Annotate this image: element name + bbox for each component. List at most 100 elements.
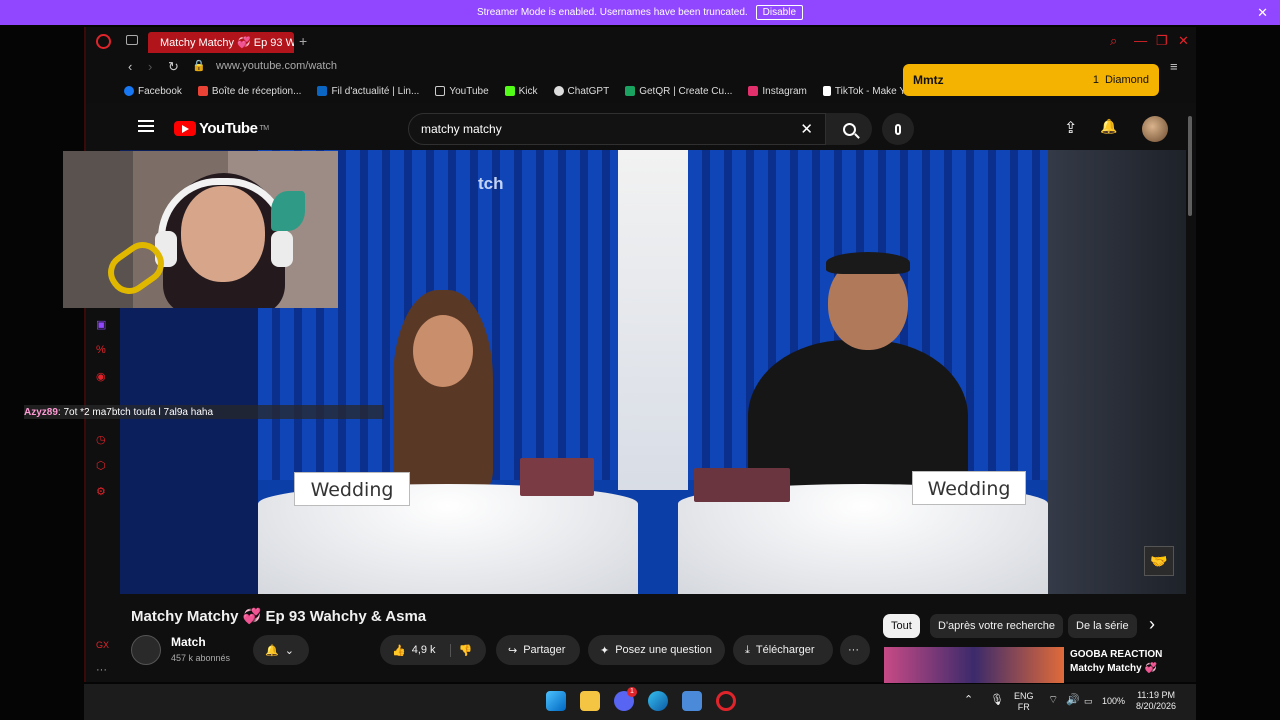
language-indicator[interactable]: ENG FR [1014, 691, 1034, 713]
settings-icon[interactable]: ⚙ [96, 485, 106, 498]
microphone-icon [895, 123, 901, 135]
close-icon[interactable]: ✕ [1257, 5, 1268, 21]
mail-icon[interactable] [682, 691, 702, 711]
bell-icon: 🔔 [265, 644, 279, 657]
windows-taskbar: 1 ⌃ 🎙 ENG FR ⌔ 🔊 ▭ 100% 11:19 PM 8/20/20… [84, 684, 1196, 720]
alert-item: Diamond [1104, 74, 1149, 86]
notifications-bell-icon[interactable]: 🔔 [1100, 118, 1117, 135]
scrollbar-thumb[interactable] [1188, 116, 1192, 216]
ask-question-button[interactable]: ✦ Posez une question [588, 635, 725, 665]
sparkle-icon: ✦ [600, 644, 610, 657]
lock-icon: 🔒 [192, 60, 206, 72]
clear-search-icon[interactable]: ✕ [800, 120, 813, 138]
chat-message: Azyz89 : 7ot *2 ma7btch toufa l 7al9a ha… [24, 405, 384, 419]
handshake-icon[interactable]: 🤝 [1144, 546, 1174, 576]
more-icon: ··· [848, 644, 859, 656]
video-frame: Wedding Wedding tch [258, 150, 1048, 594]
more-actions-button[interactable]: ··· [840, 635, 870, 665]
search-value: matchy matchy [421, 122, 502, 136]
headset-icon [158, 178, 288, 258]
sidebar-more-icon[interactable]: ··· [96, 664, 107, 676]
history-icon[interactable]: ◷ [96, 433, 106, 446]
bookmark-youtube[interactable]: YouTube [435, 86, 489, 97]
chips-next-icon[interactable]: › [1149, 614, 1155, 635]
search-icon[interactable]: ⌕ [1110, 33, 1117, 49]
gift-box-right [694, 468, 790, 502]
chip-all[interactable]: Tout [883, 614, 920, 638]
headset-right-cup [271, 231, 293, 267]
match-watermark: tch [478, 174, 504, 193]
volume-icon[interactable]: 🔊 [1066, 695, 1080, 706]
bookmark-facebook[interactable]: Facebook [124, 86, 182, 97]
recommended-video-thumbnail[interactable] [884, 647, 1064, 683]
menu-icon[interactable]: ≡ [1170, 59, 1178, 74]
chip-from-series[interactable]: De la série [1068, 614, 1137, 638]
instagram-icon [748, 86, 759, 96]
share-icon: ↪ [508, 644, 518, 657]
thumbs-down-icon[interactable]: 👎 [449, 643, 472, 657]
windows-start-icon[interactable] [546, 691, 566, 711]
reload-icon[interactable]: ↻ [168, 59, 179, 75]
download-icon: ⤓ [745, 643, 750, 656]
tab-youtube[interactable]: Matchy Matchy 💞 Ep 93 W [148, 32, 294, 53]
maximize-icon[interactable]: ❐ [1156, 33, 1168, 49]
bookmark-getqr[interactable]: GetQR | Create Cu... [625, 86, 732, 97]
extensions-icon[interactable]: ⬡ [96, 459, 106, 472]
bookmark-instagram[interactable]: Instagram [748, 86, 807, 97]
clock[interactable]: 11:19 PM 8/20/2026 [1136, 690, 1176, 712]
gmail-icon [197, 86, 208, 96]
channel-name[interactable]: Match [171, 635, 206, 649]
opera-gx-icon[interactable] [716, 691, 736, 711]
url-field[interactable]: www.youtube.com/watch [216, 60, 337, 72]
hamburger-menu-icon[interactable] [138, 120, 154, 132]
page-icon [435, 86, 446, 96]
youtube-sidebar-icon[interactable]: ◉ [96, 370, 106, 383]
streamer-mode-banner: Streamer Mode is enabled. Usernames have… [0, 0, 1280, 25]
bookmark-linkedin[interactable]: Fil d'actualité | Lin... [317, 86, 419, 97]
search-button[interactable] [826, 113, 872, 145]
bookmark-gmail[interactable]: Boîte de réception... [197, 86, 301, 97]
thumbs-up-icon: 👍 [392, 644, 406, 657]
forward-icon[interactable]: › [148, 59, 152, 74]
recommended-video-title[interactable]: GOOBA REACTION Matchy Matchy 💞 [1070, 648, 1162, 676]
webcam-overlay [63, 151, 338, 308]
tab-switcher-icon[interactable] [126, 35, 138, 45]
disable-streamer-mode-button[interactable]: Disable [755, 5, 804, 20]
search-input[interactable]: matchy matchy ✕ [408, 113, 826, 145]
bookmark-chatgpt[interactable]: ChatGPT [553, 86, 609, 97]
gx-icon[interactable]: GX [96, 640, 109, 650]
getqr-icon [625, 86, 636, 96]
wifi-icon[interactable]: ⌔ [1048, 695, 1058, 706]
backdrop-gap [618, 150, 688, 490]
file-explorer-icon[interactable] [580, 691, 600, 711]
download-button[interactable]: ⤓ Télécharger [733, 635, 833, 665]
opera-logo-icon[interactable] [96, 34, 111, 49]
contestant-left-face [413, 315, 473, 387]
minimize-icon[interactable]: — [1134, 33, 1147, 48]
new-tab-button[interactable]: + [299, 33, 307, 49]
percent-icon[interactable]: % [96, 344, 106, 356]
bookmark-kick[interactable]: Kick [504, 86, 538, 97]
subscribed-notifications-button[interactable]: 🔔 ⌄ [253, 635, 309, 665]
subscriber-count: 457 k abonnés [171, 653, 231, 663]
page-scrollbar[interactable] [1187, 108, 1193, 682]
linkedin-icon [317, 86, 328, 96]
battery-icon[interactable]: ▭ [1084, 696, 1093, 707]
like-button[interactable]: 👍 4,9 k 👎 [380, 635, 486, 665]
close-window-icon[interactable]: ✕ [1178, 33, 1189, 49]
youtube-logo[interactable]: YouTube TM [174, 120, 269, 137]
back-icon[interactable]: ‹ [128, 59, 132, 74]
share-button[interactable]: ↪ Partager [496, 635, 580, 665]
alert-count: 1 [1092, 74, 1099, 86]
upload-icon[interactable]: ⇪ [1064, 118, 1077, 138]
voice-search-button[interactable] [882, 113, 914, 145]
chip-from-search[interactable]: D'après votre recherche [930, 614, 1064, 638]
account-avatar[interactable] [1142, 116, 1168, 142]
chat-username: Azyz89 [24, 406, 58, 418]
screen: Streamer Mode is enabled. Usernames have… [0, 0, 1280, 720]
edge-icon[interactable] [648, 691, 668, 711]
microphone-tray-icon[interactable]: 🎙 [990, 695, 1004, 706]
tray-overflow-icon[interactable]: ⌃ [964, 695, 973, 706]
twitch-icon[interactable]: ▣ [96, 318, 106, 331]
channel-avatar[interactable] [131, 635, 161, 665]
